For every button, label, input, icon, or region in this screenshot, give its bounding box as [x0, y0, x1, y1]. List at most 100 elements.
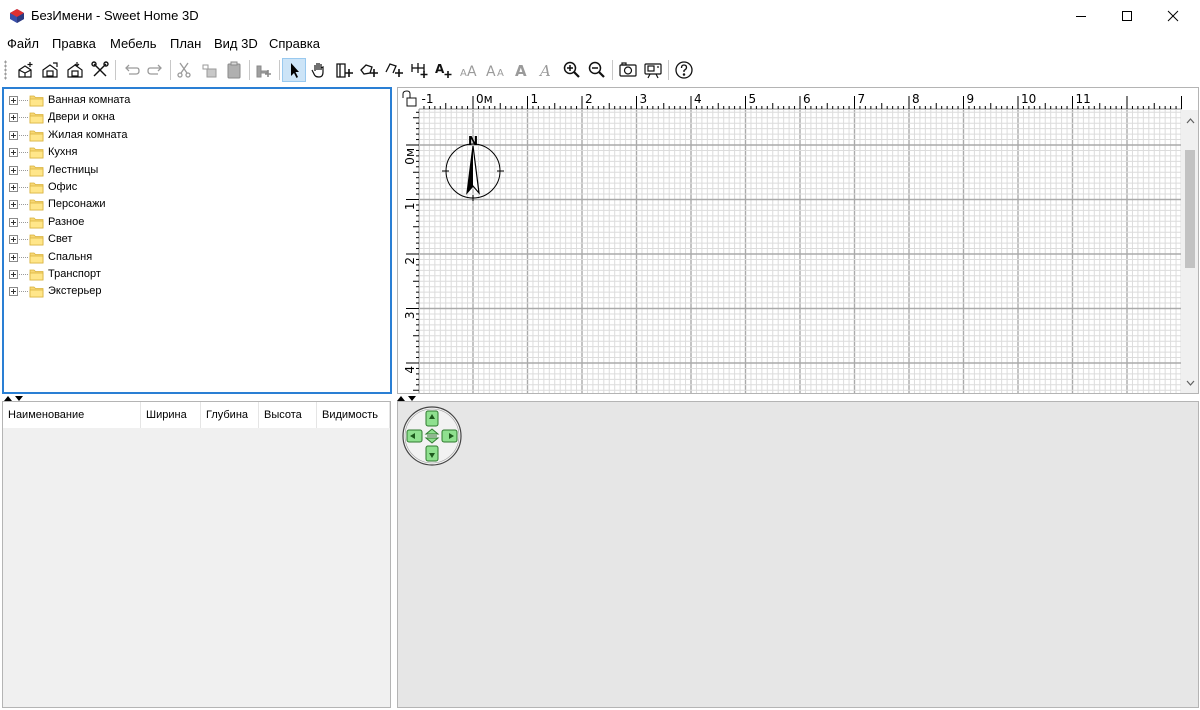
ruler-y-label: 1 — [403, 203, 417, 211]
scroll-thumb[interactable] — [1185, 150, 1195, 268]
expand-plus-icon[interactable] — [9, 270, 18, 279]
close-button[interactable] — [1150, 0, 1196, 32]
lock-base-plan-icon[interactable] — [398, 88, 419, 109]
create-rooms-button[interactable] — [357, 58, 381, 82]
category-label: Свет — [48, 233, 73, 246]
furniture-catalog-tree[interactable]: Ванная комната Двери и окна Жилая комната К… — [2, 87, 392, 394]
catalog-category-transport[interactable]: Транспорт — [4, 266, 384, 283]
tree-connector — [19, 256, 28, 258]
expand-plus-icon[interactable] — [9, 113, 18, 123]
help-button[interactable] — [672, 58, 696, 82]
minimize-button[interactable] — [1058, 0, 1104, 32]
select-mode-button[interactable] — [282, 58, 306, 82]
expand-plus-icon[interactable] — [9, 287, 18, 297]
expand-plus-icon[interactable] — [9, 165, 18, 175]
expand-plus-icon[interactable] — [9, 217, 18, 227]
undo-button[interactable] — [119, 58, 143, 82]
menu-file[interactable]: Файл — [7, 36, 39, 51]
plan-view[interactable]: -2-10м12345678910110м1234N — [397, 87, 1199, 394]
column-header-width[interactable]: Ширина — [141, 402, 201, 428]
create-dimensions-icon — [411, 63, 428, 78]
folder-icon — [29, 165, 44, 176]
3d-view[interactable] — [397, 401, 1199, 708]
zoom-in-icon — [563, 61, 580, 78]
pan-mode-icon — [311, 63, 324, 78]
preferences-button[interactable] — [88, 58, 112, 82]
create-video-button[interactable] — [641, 58, 665, 82]
furniture-list-table[interactable]: Наименование Ширина Глубина Высота Видим… — [2, 401, 391, 708]
paste-button[interactable] — [222, 58, 246, 82]
navigation-arrows-icon[interactable] — [402, 406, 462, 466]
increase-text-size-button[interactable]: A A — [458, 58, 482, 82]
menu-3d-view[interactable]: Вид 3D — [214, 36, 258, 51]
add-furniture-button[interactable] — [252, 58, 276, 82]
catalog-category-people[interactable]: Персонажи — [4, 196, 384, 213]
catalog-category-misc[interactable]: Разное — [4, 214, 384, 231]
sweet-home-3d-logo-icon — [10, 9, 24, 23]
catalog-category-office[interactable]: Офис — [4, 179, 384, 196]
save-button[interactable] — [63, 58, 87, 82]
plan-canvas[interactable]: -2-10м12345678910110м1234N — [398, 88, 1182, 393]
add-text-button[interactable]: A — [432, 58, 456, 82]
zoom-out-button[interactable] — [585, 58, 609, 82]
tree-connector — [19, 274, 28, 275]
catalog-category-bathroom[interactable]: Ванная комната — [4, 92, 384, 109]
table-header: Наименование Ширина Глубина Высота Видим… — [3, 402, 390, 428]
expand-plus-icon[interactable] — [9, 252, 18, 262]
create-dimensions-button[interactable] — [407, 58, 431, 82]
open-icon — [42, 62, 58, 78]
copy-button[interactable] — [197, 58, 221, 82]
add-text-icon: A — [435, 62, 452, 78]
menu-plan[interactable]: План — [170, 36, 201, 51]
category-label: Ванная комната — [48, 94, 131, 106]
maximize-icon — [1122, 11, 1132, 21]
create-walls-button[interactable] — [332, 58, 356, 82]
pan-mode-button[interactable] — [307, 58, 331, 82]
cut-button[interactable] — [172, 58, 196, 82]
catalog-category-living-room[interactable]: Жилая комната — [4, 127, 384, 144]
menu-furniture[interactable]: Мебель — [110, 36, 157, 51]
catalog-category-doors-windows[interactable]: Двери и окна — [4, 109, 384, 126]
catalog-category-kitchen[interactable]: Кухня — [4, 144, 384, 161]
expand-plus-icon[interactable] — [9, 130, 18, 140]
create-photo-button[interactable] — [616, 58, 640, 82]
menu-edit[interactable]: Правка — [52, 36, 96, 51]
catalog-category-bedroom[interactable]: Спальня — [4, 249, 384, 266]
expand-plus-icon[interactable] — [9, 235, 18, 245]
open-button[interactable] — [38, 58, 62, 82]
svg-text:A: A — [538, 62, 551, 80]
redo-button[interactable] — [144, 58, 168, 82]
create-polylines-button[interactable] — [382, 58, 406, 82]
toolbar-grip[interactable] — [4, 60, 7, 80]
zoom-in-button[interactable] — [560, 58, 584, 82]
column-header-visibility[interactable]: Видимость — [317, 402, 390, 428]
new-home-button[interactable] — [13, 58, 37, 82]
tree-connector — [19, 204, 28, 206]
tree-connector — [19, 100, 28, 101]
catalog-category-lights[interactable]: Свет — [4, 231, 384, 248]
italic-text-button[interactable]: A — [534, 58, 558, 82]
expand-plus-icon[interactable] — [9, 200, 18, 210]
decrease-text-size-button[interactable]: A A — [484, 58, 508, 82]
toolbar-separator — [668, 60, 669, 80]
expand-plus-icon[interactable] — [9, 183, 18, 192]
ruler-x-label: 3 — [640, 92, 648, 106]
increase-text-icon: A A — [460, 64, 477, 80]
scroll-down-arrow[interactable] — [1185, 378, 1195, 388]
maximize-button[interactable] — [1104, 0, 1150, 32]
menu-help[interactable]: Справка — [269, 36, 320, 51]
ruler-x-label: 2 — [585, 92, 593, 106]
scroll-up-arrow[interactable] — [1185, 116, 1195, 126]
column-header-height[interactable]: Высота — [259, 402, 317, 428]
category-label: Персонажи — [48, 198, 106, 211]
column-header-name[interactable]: Наименование — [3, 402, 141, 428]
plan-vertical-scrollbar[interactable] — [1181, 110, 1198, 393]
expand-plus-icon[interactable] — [9, 148, 18, 158]
bold-text-button[interactable]: A — [509, 58, 533, 82]
expand-plus-icon[interactable] — [9, 96, 18, 105]
column-header-depth[interactable]: Глубина — [201, 402, 259, 428]
svg-text:A: A — [435, 62, 445, 76]
folder-icon — [29, 286, 44, 298]
catalog-category-exterior[interactable]: Экстерьер — [4, 283, 384, 300]
catalog-category-stairs[interactable]: Лестницы — [4, 162, 384, 179]
